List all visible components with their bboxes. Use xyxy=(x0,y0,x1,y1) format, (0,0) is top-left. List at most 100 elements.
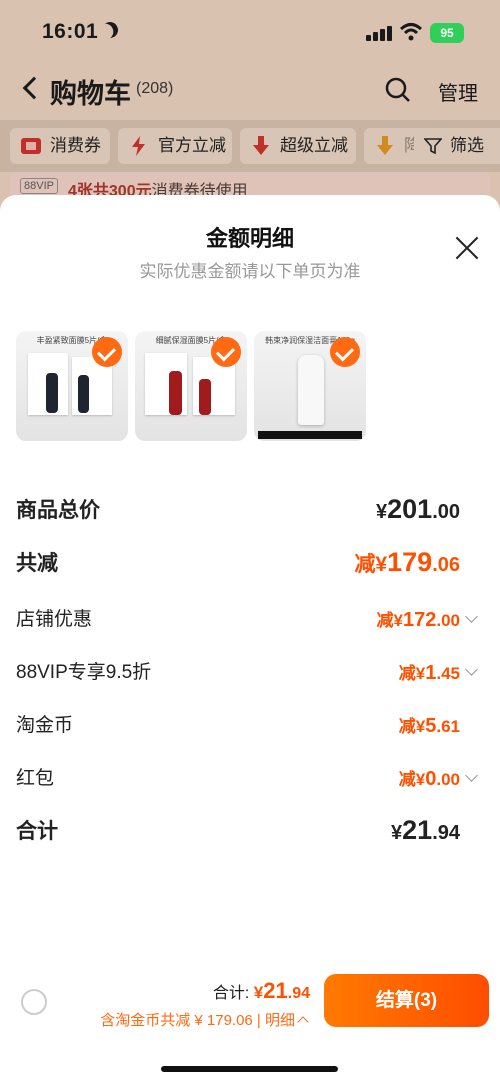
sheet-title: 金额明细 xyxy=(205,226,294,251)
value-decimal: .00 xyxy=(432,501,460,523)
status-bar: 16:01 95 xyxy=(0,0,500,64)
row-value: 减¥1.45 xyxy=(399,659,460,685)
total-integer: 21 xyxy=(263,978,288,1003)
row-subtotal: 商品总价 ¥201.00 xyxy=(0,494,500,534)
down-arrow-icon xyxy=(377,136,393,155)
cart-count: (208) xyxy=(136,80,174,97)
value-decimal: .45 xyxy=(436,664,460,683)
value-decimal: .00 xyxy=(436,611,460,630)
filter-button[interactable]: 筛选 xyxy=(414,128,500,164)
chip-label: 超级立减 xyxy=(280,136,348,155)
chip-super-discount[interactable]: 超级立减 xyxy=(240,128,356,164)
chevron-down-icon[interactable] xyxy=(465,610,478,623)
chevron-down-icon[interactable] xyxy=(465,663,478,676)
chevron-down-icon[interactable] xyxy=(465,769,478,782)
row-store-discount[interactable]: 店铺优惠 减¥172.00 xyxy=(0,604,500,644)
chip-label: 官方立减 xyxy=(158,136,226,155)
row-label: 淘金币 xyxy=(16,715,74,736)
value-currency: ¥ xyxy=(391,822,403,844)
total-amount: ¥21.94 xyxy=(253,978,310,1003)
chip-coupon[interactable]: 消费券 xyxy=(10,128,110,164)
product-bottle-image xyxy=(199,379,211,415)
checkout-button[interactable]: 结算(3) xyxy=(324,974,489,1027)
home-indicator xyxy=(161,1066,338,1072)
value-integer: 5 xyxy=(425,715,437,737)
row-value: 减¥179.06 xyxy=(354,547,460,578)
filter-label: 筛选 xyxy=(450,136,484,155)
checkmark-icon[interactable] xyxy=(330,337,360,367)
battery-icon: 95 xyxy=(430,23,464,43)
row-vip-discount[interactable]: 88VIP专享9.5折 减¥1.45 xyxy=(0,657,500,697)
value-currency: ¥ xyxy=(376,501,388,523)
value-decimal: .00 xyxy=(436,770,460,789)
row-label: 店铺优惠 xyxy=(16,609,93,630)
total-decimal: .94 xyxy=(287,985,310,1002)
row-label: 共减 xyxy=(16,552,58,575)
value-currency: 减¥ xyxy=(398,717,426,736)
value-integer: 172 xyxy=(402,609,437,631)
value-currency: 减¥ xyxy=(354,553,388,576)
status-time: 16:01 xyxy=(42,20,99,43)
lightning-icon xyxy=(132,136,145,156)
page-title: 购物车 xyxy=(50,79,131,109)
value-decimal: .61 xyxy=(436,717,460,736)
product-band-image xyxy=(258,431,362,439)
value-decimal: .06 xyxy=(432,554,460,576)
value-integer: 1 xyxy=(425,662,437,684)
moon-icon xyxy=(100,20,121,41)
detail-toggle[interactable]: 含淘金币共减 ¥ 179.06 | 明细 xyxy=(100,1009,309,1030)
total-currency: ¥ xyxy=(253,983,264,1002)
back-icon[interactable] xyxy=(22,76,46,100)
nav-bar: 购物车 (208) 管理 xyxy=(0,64,500,116)
row-value: 减¥5.61 xyxy=(399,712,460,738)
product-thumbnail[interactable]: 韩束净润保湿洁面膏100g xyxy=(254,331,366,441)
value-currency: 减¥ xyxy=(398,770,426,789)
chip-official-discount[interactable]: 官方立减 xyxy=(118,128,232,164)
value-integer: 0 xyxy=(425,768,437,790)
value-integer: 179 xyxy=(387,547,433,577)
value-currency: 减¥ xyxy=(376,611,403,630)
amount-detail-sheet: 金额明细 实际优惠金额请以下单页为准 丰盈紧致面膜5片/盒 细腻保湿面膜5片/盒… xyxy=(0,195,500,1082)
value-decimal: .94 xyxy=(432,822,460,844)
funnel-icon xyxy=(424,138,442,155)
close-icon[interactable] xyxy=(454,235,480,261)
chevron-up-icon xyxy=(297,1016,309,1028)
wifi-icon xyxy=(399,23,423,41)
product-thumbnail[interactable]: 细腻保湿面膜5片/盒 xyxy=(135,331,247,441)
product-bottle-image xyxy=(169,371,182,415)
row-label: 88VIP专享9.5折 xyxy=(16,662,152,683)
product-tube-image xyxy=(298,355,324,425)
row-red-packet[interactable]: 红包 减¥0.00 xyxy=(0,763,500,803)
footer-total: 合计: ¥21.94 xyxy=(213,978,310,1004)
row-label: 商品总价 xyxy=(16,499,100,522)
vip-tag: 88VIP xyxy=(20,178,58,194)
value-integer: 201 xyxy=(387,494,433,524)
down-arrow-icon xyxy=(253,136,269,155)
row-value: 减¥172.00 xyxy=(377,606,460,632)
row-label: 红包 xyxy=(16,768,55,789)
checkmark-icon[interactable] xyxy=(211,337,241,367)
coupon-icon xyxy=(21,138,41,154)
product-bottle-image xyxy=(78,375,89,413)
manage-button[interactable]: 管理 xyxy=(438,77,478,106)
filter-chips: 消费券 官方立减 超级立减 降 筛选 xyxy=(0,120,500,172)
sheet-subtitle: 实际优惠金额请以下单页为准 xyxy=(139,262,361,281)
row-value: ¥21.94 xyxy=(391,815,460,846)
row-total: 合计 ¥21.94 xyxy=(0,815,500,855)
chip-label: 消费券 xyxy=(50,136,101,155)
total-prefix: 合计: xyxy=(212,985,254,1002)
product-bottle-image xyxy=(46,373,58,413)
row-label: 合计 xyxy=(16,820,58,843)
signal-icon xyxy=(366,25,392,41)
value-integer: 21 xyxy=(402,815,433,845)
row-taojinbi: 淘金币 减¥5.61 xyxy=(0,710,500,750)
select-all-radio[interactable] xyxy=(21,989,47,1015)
search-icon[interactable] xyxy=(385,77,411,103)
row-total-discount: 共减 减¥179.06 xyxy=(0,547,500,587)
row-value: 减¥0.00 xyxy=(399,765,460,791)
checkmark-icon[interactable] xyxy=(92,337,122,367)
deduct-text: 含淘金币共减 ¥ 179.06 | 明细 xyxy=(100,1012,295,1029)
row-value: ¥201.00 xyxy=(376,494,460,525)
value-currency: 减¥ xyxy=(398,664,426,683)
product-thumbnail[interactable]: 丰盈紧致面膜5片/盒 xyxy=(16,331,128,441)
